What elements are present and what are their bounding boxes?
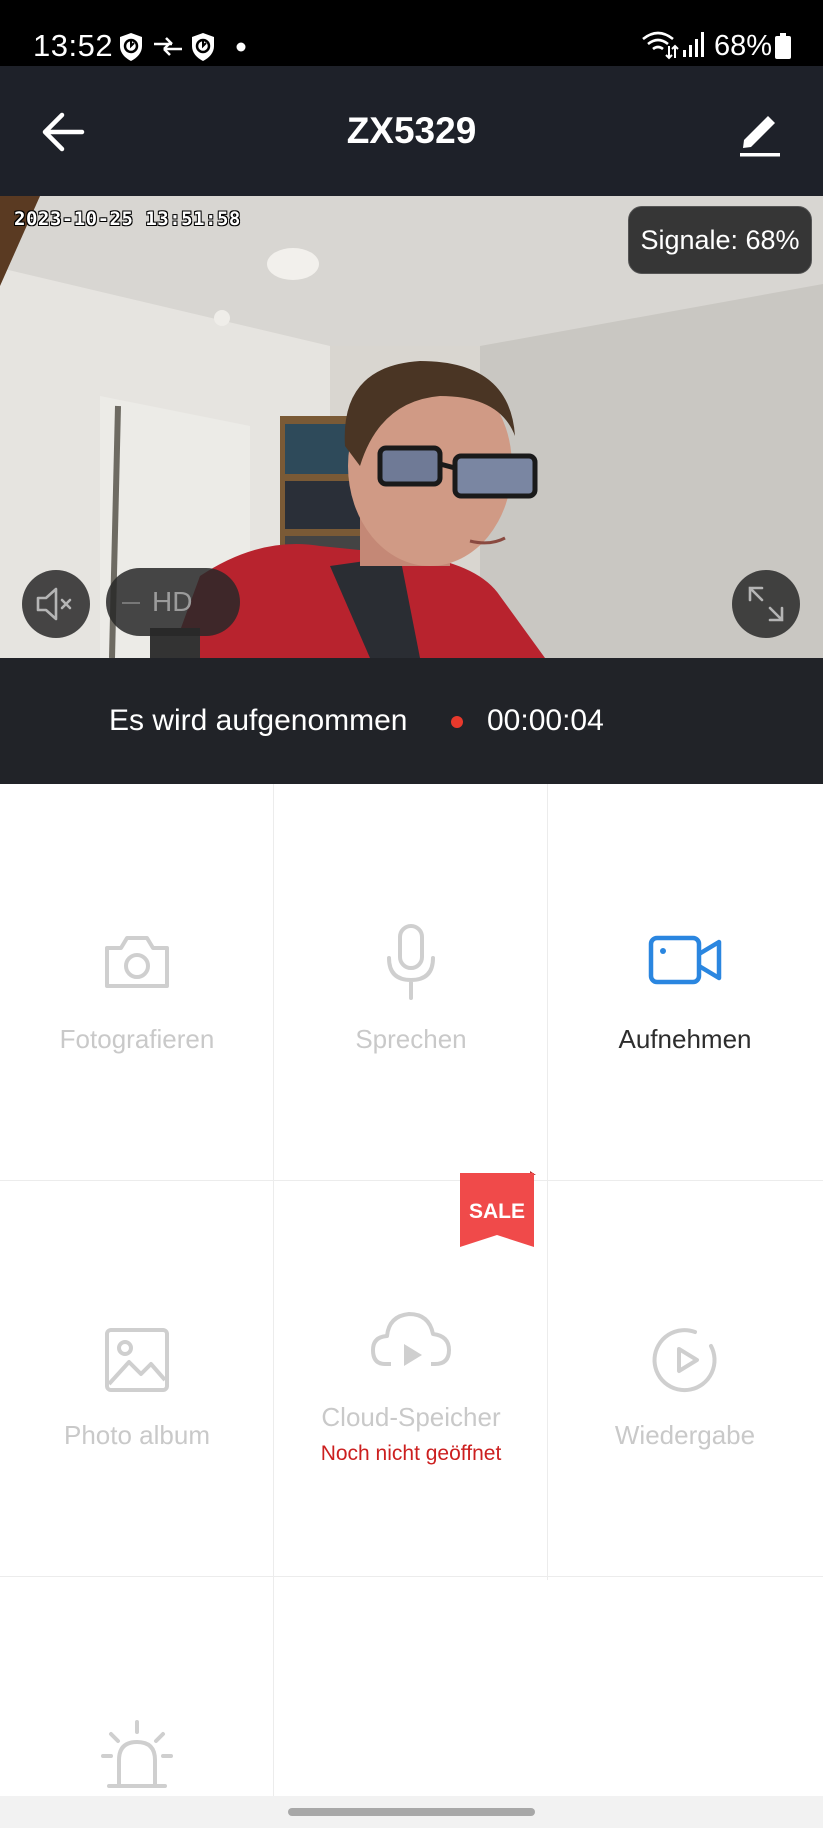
sale-badge-label: SALE <box>468 1200 525 1223</box>
speaker-muted-icon <box>36 587 72 621</box>
cell-signal-icon <box>683 32 704 57</box>
snapshot-button[interactable]: Fotografieren <box>0 784 274 1180</box>
video-timestamp: 2023-10-25 13:51:58 <box>14 208 241 230</box>
photo-album-button[interactable]: Photo album <box>0 1180 274 1576</box>
signal-strength-badge: Signale: 68% <box>628 206 812 274</box>
image-icon <box>105 1328 169 1392</box>
recording-label: Es wird aufgenommen <box>109 704 408 737</box>
siren-icon <box>101 1720 173 1788</box>
cloud-play-icon <box>371 1312 451 1366</box>
expand-icon <box>748 586 784 622</box>
snapshot-label: Fotografieren <box>59 1024 215 1054</box>
system-navigation-bar <box>0 1796 823 1828</box>
cloud-storage-label: Cloud-Speicher <box>321 1402 501 1432</box>
video-camera-icon <box>648 935 722 985</box>
talk-label: Sprechen <box>355 1024 467 1054</box>
recording-elapsed-time: 00:00:04 <box>487 704 604 737</box>
cloud-storage-status: Noch nicht geöffnet <box>320 1442 502 1465</box>
playback-label: Wiedergabe <box>614 1420 756 1450</box>
quality-divider <box>122 602 140 604</box>
battery-icon <box>775 33 791 59</box>
shield-check-icon-2 <box>192 33 214 61</box>
record-button[interactable]: Aufnehmen <box>548 784 822 1180</box>
dot-icon <box>236 42 246 52</box>
recording-indicator-dot <box>451 716 463 728</box>
talk-button[interactable]: Sprechen <box>274 784 548 1180</box>
fullscreen-button[interactable] <box>732 570 800 638</box>
pencil-icon <box>740 116 780 157</box>
quality-toggle-button[interactable]: HD <box>106 568 240 636</box>
playback-button[interactable]: Wiedergabe <box>548 1180 822 1576</box>
wifi-icon <box>642 31 679 60</box>
status-bar: 13:52 68% <box>0 0 823 66</box>
alarm-button[interactable] <box>0 1576 274 1796</box>
recording-status-bar: Es wird aufgenommen 00:00:04 <box>0 658 823 784</box>
home-handle[interactable] <box>288 1808 535 1816</box>
shield-check-icon <box>120 33 142 61</box>
app-header: ZX5329 <box>0 66 823 196</box>
battery-percentage: 68% <box>714 30 773 62</box>
photo-album-label: Photo album <box>64 1420 210 1450</box>
mute-button[interactable] <box>22 570 90 638</box>
sale-badge: SALE <box>456 1171 538 1251</box>
record-label: Aufnehmen <box>618 1024 752 1054</box>
status-time: 13:52 <box>33 28 114 63</box>
camera-icon <box>105 936 169 988</box>
quality-label: HD <box>152 586 193 617</box>
edit-button[interactable] <box>730 102 790 162</box>
data-transfer-icon <box>154 37 182 56</box>
page-title: ZX5329 <box>346 110 477 151</box>
microphone-icon <box>387 924 435 1000</box>
camera-live-view[interactable]: 2023-10-25 13:51:58 Signale: 68% HD <box>0 196 823 658</box>
play-circle-icon <box>652 1328 717 1393</box>
